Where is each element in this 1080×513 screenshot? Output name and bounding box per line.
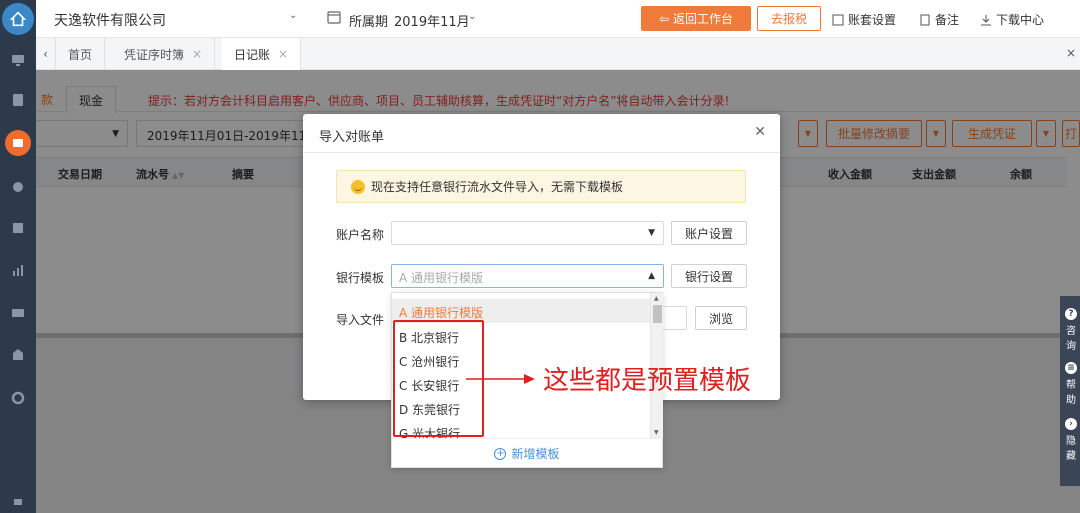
- hide-label: 隐藏: [1066, 436, 1076, 462]
- note-icon: [920, 14, 930, 25]
- tab-label: 日记账: [234, 47, 271, 62]
- tab-scroll-left-icon[interactable]: ‹: [36, 38, 56, 70]
- account-settings-button[interactable]: 账户设置: [671, 221, 747, 245]
- top-bar: 天逸软件有限公司 ⌄ 所属期 2019年11月 ⌄ ⇦ 返回工作台 去报税 账套设…: [36, 0, 1080, 38]
- monitor-icon[interactable]: [8, 50, 28, 70]
- download-center-label: 下载中心: [996, 13, 1045, 27]
- company-name[interactable]: 天逸软件有限公司: [54, 10, 166, 30]
- tip-banner: 现在支持任意银行流水文件导入，无需下载模板: [336, 170, 746, 203]
- help-label: 帮助: [1066, 380, 1076, 406]
- dialog-title: 导入对账单: [319, 130, 385, 145]
- bank-settings-button[interactable]: 银行设置: [671, 264, 747, 288]
- tab-daily-journal[interactable]: 日记账 ×: [222, 38, 302, 70]
- tab-label: 凭证序时簿: [124, 47, 185, 62]
- scroll-thumb[interactable]: [653, 305, 662, 323]
- period-label: 所属期: [349, 15, 389, 30]
- calculator-icon[interactable]: [8, 218, 28, 238]
- edit-icon: [832, 14, 844, 25]
- bank-template-label: 银行模板: [336, 271, 385, 285]
- close-icon[interactable]: ✕: [754, 124, 766, 140]
- menu-icon: ≡: [1065, 362, 1077, 374]
- account-settings-link[interactable]: 账套设置: [832, 11, 896, 28]
- document-icon[interactable]: [8, 90, 28, 110]
- gear-icon[interactable]: [8, 388, 28, 408]
- caret-up-icon: ▲: [648, 271, 655, 281]
- question-icon: ?: [1065, 308, 1077, 320]
- tab-bar: ‹ 首页 凭证序时簿 × 日记账 × ×: [36, 38, 1080, 70]
- add-template-label: 新增模板: [511, 447, 560, 461]
- home-logo-icon[interactable]: [2, 3, 34, 35]
- close-icon[interactable]: ×: [278, 47, 288, 61]
- tip-text: 现在支持任意银行流水文件导入，无需下载模板: [371, 180, 624, 194]
- consult-item[interactable]: ? 咨询: [1062, 308, 1080, 352]
- return-workbench-button[interactable]: ⇦ 返回工作台: [641, 6, 751, 31]
- scroll-up-icon[interactable]: ▲: [654, 295, 659, 302]
- chevron-down-icon[interactable]: ⌄: [468, 11, 476, 22]
- account-name-select[interactable]: ▼: [391, 221, 664, 245]
- download-icon: [981, 14, 991, 25]
- building-icon[interactable]: [8, 344, 28, 364]
- lock-icon[interactable]: [8, 490, 28, 510]
- notes-label: 备注: [935, 13, 960, 27]
- smile-icon: [351, 179, 365, 194]
- annotation-text: 这些都是预置模板: [543, 366, 752, 396]
- left-rail: [0, 0, 36, 513]
- help-item[interactable]: ≡ 帮助: [1062, 362, 1080, 406]
- scroll-down-icon[interactable]: ▼: [654, 429, 659, 436]
- notes-link[interactable]: 备注: [919, 11, 959, 28]
- return-label: 返回工作台: [673, 12, 734, 26]
- calendar-icon: [327, 11, 341, 24]
- account-name-label: 账户名称: [336, 228, 385, 242]
- dialog-divider: [303, 152, 780, 153]
- caret-down-icon: ▼: [648, 228, 655, 238]
- tab-voucher-journal[interactable]: 凭证序时簿 ×: [112, 38, 216, 70]
- consult-label: 咨询: [1066, 326, 1076, 352]
- close-all-tabs-icon[interactable]: ×: [1066, 46, 1076, 60]
- file-tax-button[interactable]: 去报税: [757, 6, 821, 31]
- close-icon[interactable]: ×: [192, 47, 202, 61]
- money-bag-icon[interactable]: [8, 176, 28, 196]
- annotation-arrow-icon: [466, 374, 535, 384]
- add-template-button[interactable]: + 新增模板: [392, 438, 662, 468]
- bar-chart-icon[interactable]: [8, 260, 28, 280]
- chevron-down-icon[interactable]: ⌄: [289, 10, 297, 21]
- voucher-icon[interactable]: [5, 130, 31, 156]
- chevron-right-icon: ›: [1065, 418, 1077, 430]
- download-center-link[interactable]: 下载中心: [980, 11, 1044, 28]
- hide-item[interactable]: › 隐藏: [1062, 418, 1080, 462]
- account-settings-label: 账套设置: [848, 13, 897, 27]
- tab-label: 首页: [68, 47, 93, 62]
- return-arrow-icon: ⇦: [658, 11, 670, 26]
- import-file-label: 导入文件: [336, 313, 385, 327]
- bank-template-select[interactable]: A 通用银行模版 ▲: [391, 264, 664, 288]
- plus-icon: +: [494, 447, 507, 460]
- tab-home[interactable]: 首页: [56, 38, 106, 70]
- bank-template-placeholder: A 通用银行模版: [399, 271, 484, 285]
- browse-button[interactable]: 浏览: [695, 306, 747, 330]
- period-value[interactable]: 2019年11月: [394, 11, 470, 30]
- briefcase-icon[interactable]: [8, 302, 28, 322]
- floating-help-panel: ? 咨询 ≡ 帮助 › 隐藏: [1060, 296, 1080, 486]
